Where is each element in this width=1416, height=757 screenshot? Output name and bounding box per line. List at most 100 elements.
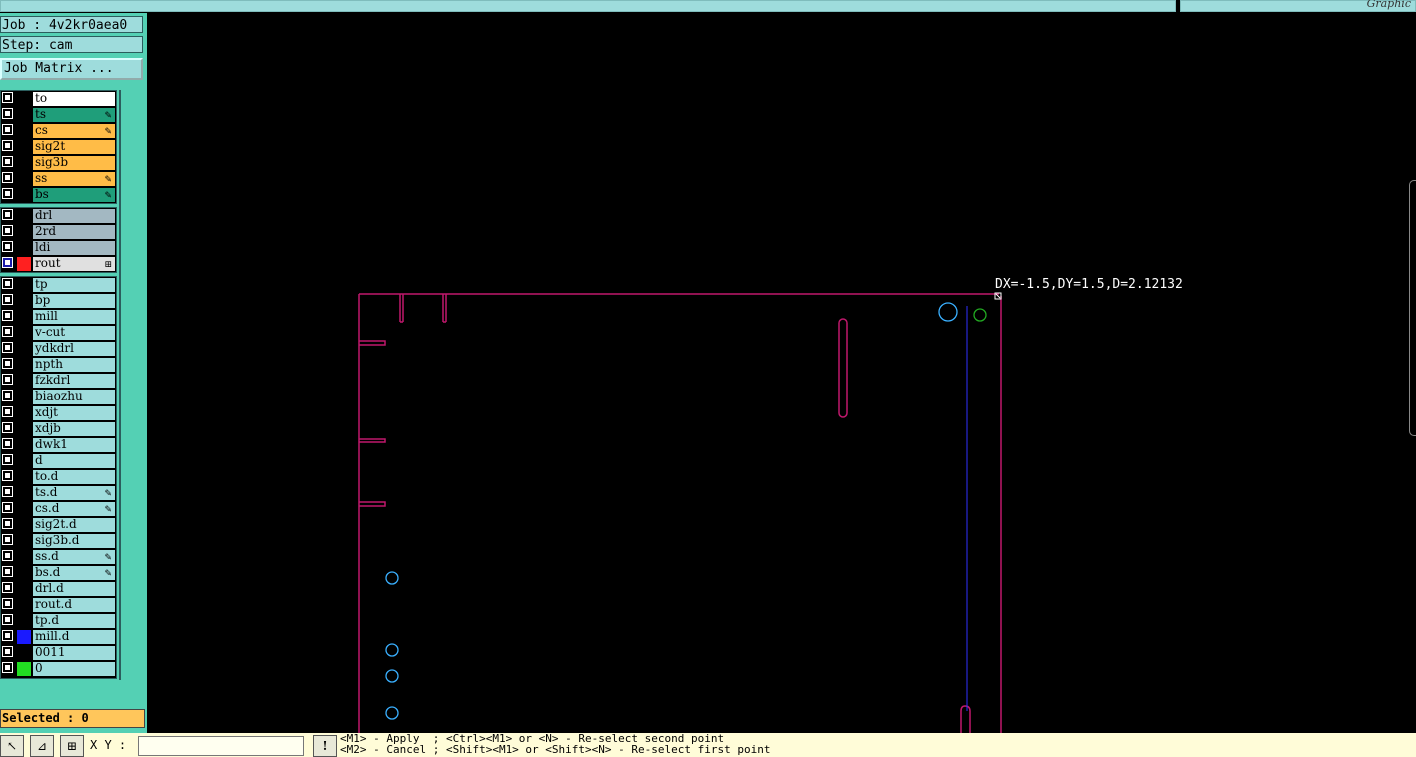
layer-checkbox[interactable]: [2, 310, 13, 321]
layer-row-to[interactable]: to: [1, 91, 117, 106]
layer-row-dwk1[interactable]: dwk1: [1, 437, 117, 452]
layer-color-swatch[interactable]: [17, 257, 31, 271]
layer-checkbox[interactable]: [2, 326, 13, 337]
layer-name[interactable]: to: [33, 92, 115, 106]
layer-checkbox[interactable]: [2, 209, 13, 220]
layer-name[interactable]: cs.d ✎: [33, 502, 115, 516]
layer-row-fzkdrl[interactable]: fzkdrl: [1, 373, 117, 388]
layer-checkbox[interactable]: [2, 390, 13, 401]
layer-name[interactable]: xdjt: [33, 406, 115, 420]
layer-row-mill[interactable]: mill: [1, 309, 117, 324]
layer-checkbox[interactable]: [2, 257, 13, 268]
graphics-svg[interactable]: DX=-1.5,DY=1.5,D=2.12132: [147, 13, 1416, 733]
layer-row-ss[interactable]: ss ✎: [1, 171, 117, 186]
layer-checkbox[interactable]: [2, 156, 13, 167]
layer-name[interactable]: bs ✎: [33, 188, 115, 202]
zoom-arrow-icon[interactable]: ↖: [0, 735, 24, 757]
layer-name[interactable]: ldi: [33, 241, 115, 255]
layer-name[interactable]: tp: [33, 278, 115, 292]
layer-row-cs[interactable]: cs ✎: [1, 123, 117, 138]
layer-checkbox[interactable]: [2, 534, 13, 545]
layer-name[interactable]: ts.d ✎: [33, 486, 115, 500]
layer-checkbox[interactable]: [2, 422, 13, 433]
layer-checkbox[interactable]: [2, 188, 13, 199]
layer-row-bp[interactable]: bp: [1, 293, 117, 308]
layer-name[interactable]: ss ✎: [33, 172, 115, 186]
layer-checkbox[interactable]: [2, 374, 13, 385]
layer-row-ts-d[interactable]: ts.d ✎: [1, 485, 117, 500]
layer-row-drl[interactable]: drl: [1, 208, 117, 223]
scroll-handle[interactable]: [1409, 180, 1416, 436]
layer-name[interactable]: ydkdrl: [33, 342, 115, 356]
alert-icon[interactable]: !: [313, 735, 337, 757]
layer-row-npth[interactable]: npth: [1, 357, 117, 372]
layer-checkbox[interactable]: [2, 92, 13, 103]
layer-row-tp[interactable]: tp: [1, 277, 117, 292]
layer-checkbox[interactable]: [2, 124, 13, 135]
layer-name[interactable]: rout ⊞: [33, 257, 115, 271]
layer-checkbox[interactable]: [2, 225, 13, 236]
layer-checkbox[interactable]: [2, 566, 13, 577]
layer-checkbox[interactable]: [2, 342, 13, 353]
layer-row-mill-d[interactable]: mill.d: [1, 629, 117, 644]
layer-name[interactable]: tp.d: [33, 614, 115, 628]
layer-checkbox[interactable]: [2, 646, 13, 657]
layer-row-ydkdrl[interactable]: ydkdrl: [1, 341, 117, 356]
layer-checkbox[interactable]: [2, 406, 13, 417]
layer-name[interactable]: d: [33, 454, 115, 468]
layer-row-rout[interactable]: rout ⊞: [1, 256, 117, 271]
measure-icon[interactable]: ⊿: [30, 735, 54, 757]
layer-row-2rd[interactable]: 2rd: [1, 224, 117, 239]
layer-name[interactable]: npth: [33, 358, 115, 372]
layer-checkbox[interactable]: [2, 470, 13, 481]
layer-checkbox[interactable]: [2, 438, 13, 449]
layer-row-rout-d[interactable]: rout.d: [1, 597, 117, 612]
layer-checkbox[interactable]: [2, 454, 13, 465]
layer-row-d[interactable]: d: [1, 453, 117, 468]
graphics-canvas[interactable]: DX=-1.5,DY=1.5,D=2.12132: [147, 13, 1416, 733]
layer-checkbox[interactable]: [2, 241, 13, 252]
layer-name[interactable]: ss.d ✎: [33, 550, 115, 564]
layer-color-swatch[interactable]: [17, 662, 31, 676]
layer-name[interactable]: sig3b: [33, 156, 115, 170]
layer-row-to-d[interactable]: to.d: [1, 469, 117, 484]
layer-name[interactable]: 2rd: [33, 225, 115, 239]
layer-name[interactable]: biaozhu: [33, 390, 115, 404]
layer-name[interactable]: ts ✎: [33, 108, 115, 122]
layer-row-v-cut[interactable]: v-cut: [1, 325, 117, 340]
layer-row-sig2t-d[interactable]: sig2t.d: [1, 517, 117, 532]
xy-input[interactable]: [138, 736, 304, 756]
layer-name[interactable]: sig3b.d: [33, 534, 115, 548]
layer-row-sig3b-d[interactable]: sig3b.d: [1, 533, 117, 548]
grid-icon[interactable]: ⊞: [60, 735, 84, 757]
layer-row-0[interactable]: 0: [1, 661, 117, 676]
layer-name[interactable]: sig2t.d: [33, 518, 115, 532]
layer-name[interactable]: mill.d: [33, 630, 115, 644]
layer-name[interactable]: mill: [33, 310, 115, 324]
layer-row-ss-d[interactable]: ss.d ✎: [1, 549, 117, 564]
layer-row-tp-d[interactable]: tp.d: [1, 613, 117, 628]
layer-row-0011[interactable]: 0011: [1, 645, 117, 660]
layer-checkbox[interactable]: [2, 486, 13, 497]
layer-name[interactable]: dwk1: [33, 438, 115, 452]
layer-checkbox[interactable]: [2, 630, 13, 641]
layer-row-sig2t[interactable]: sig2t: [1, 139, 117, 154]
layer-checkbox[interactable]: [2, 108, 13, 119]
layer-name[interactable]: 0011: [33, 646, 115, 660]
layer-row-cs-d[interactable]: cs.d ✎: [1, 501, 117, 516]
layer-checkbox[interactable]: [2, 358, 13, 369]
layer-row-ts[interactable]: ts ✎: [1, 107, 117, 122]
layer-row-drl-d[interactable]: drl.d: [1, 581, 117, 596]
layer-row-ldi[interactable]: ldi: [1, 240, 117, 255]
layer-name[interactable]: rout.d: [33, 598, 115, 612]
layer-checkbox[interactable]: [2, 598, 13, 609]
layer-name[interactable]: bp: [33, 294, 115, 308]
layer-name[interactable]: xdjb: [33, 422, 115, 436]
layer-name[interactable]: drl: [33, 209, 115, 223]
job-matrix-button[interactable]: Job Matrix ...: [0, 58, 143, 80]
layer-checkbox[interactable]: [2, 278, 13, 289]
layer-name[interactable]: fzkdrl: [33, 374, 115, 388]
layer-checkbox[interactable]: [2, 582, 13, 593]
layer-row-biaozhu[interactable]: biaozhu: [1, 389, 117, 404]
layer-checkbox[interactable]: [2, 662, 13, 673]
